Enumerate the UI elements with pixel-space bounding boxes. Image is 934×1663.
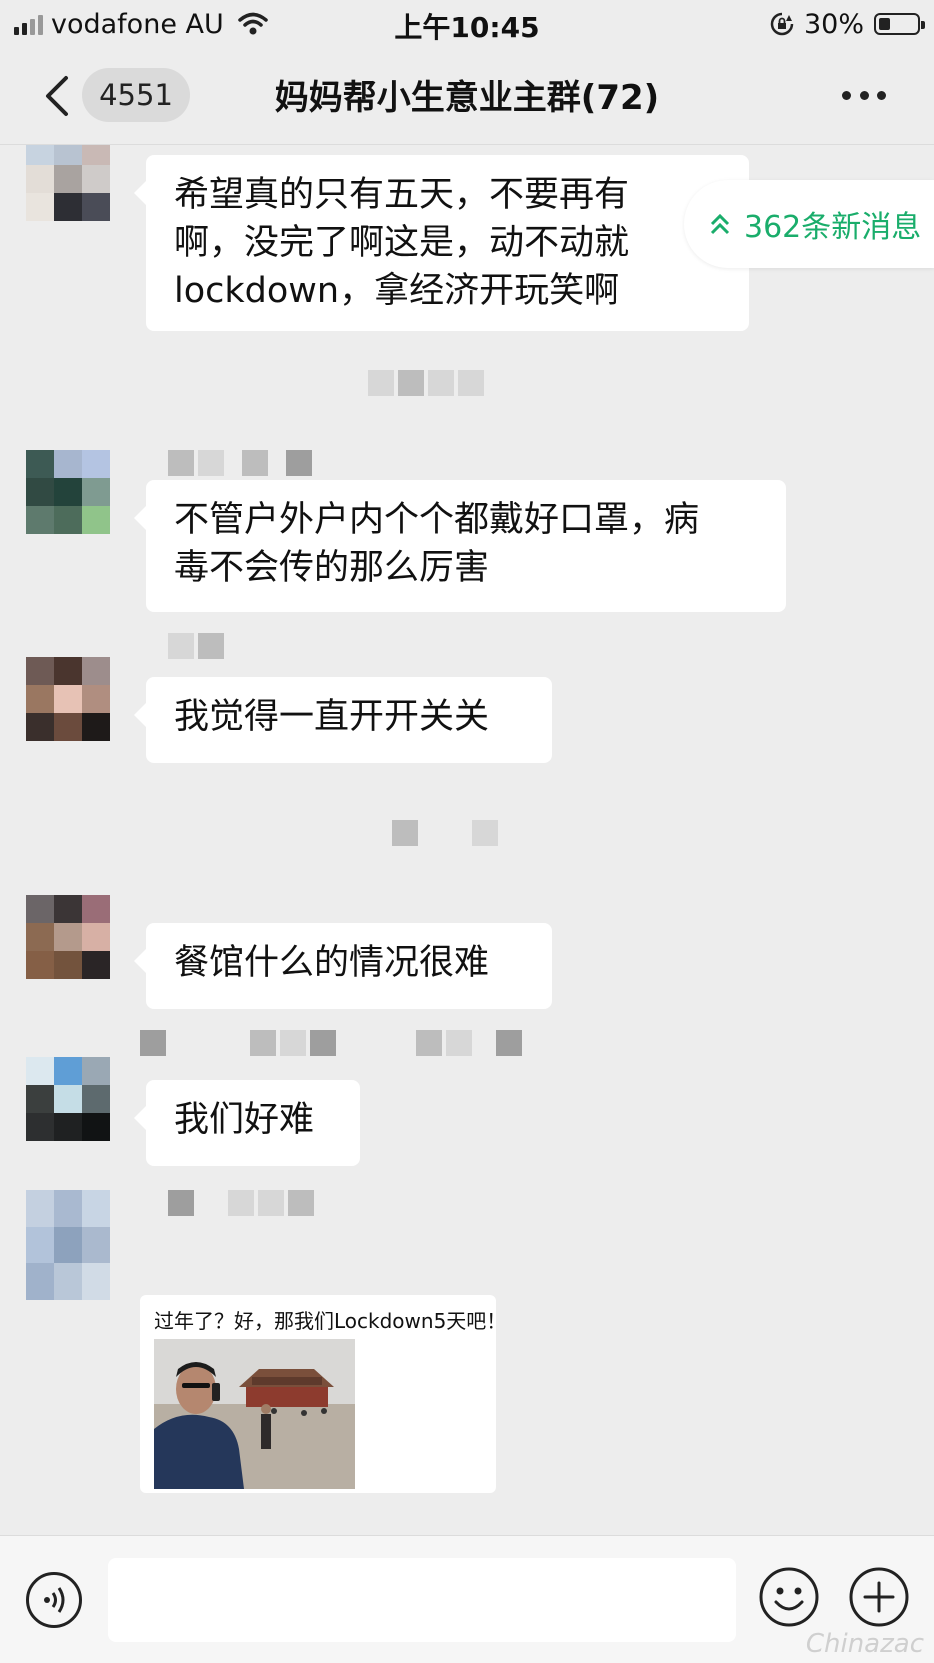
avatar[interactable] [26, 1057, 110, 1141]
sender-name [168, 450, 312, 476]
avatar[interactable] [26, 1190, 110, 1300]
image-message[interactable]: 过年了？好，那我们Lockdown5天吧！ [140, 1295, 506, 1493]
more-icon[interactable] [842, 88, 886, 102]
message-bubble[interactable]: 我觉得一直开开关关 [134, 677, 552, 763]
status-bar: vodafone AU 上午10:45 30% [0, 0, 934, 48]
plus-icon[interactable] [848, 1566, 910, 1628]
chat-title: 妈妈帮小生意业主群(72) [274, 78, 660, 118]
battery-percent: 30% [803, 8, 864, 40]
voice-icon[interactable] [26, 1572, 82, 1628]
back-icon[interactable] [40, 74, 76, 118]
watermark: Chinazac [805, 1629, 924, 1659]
double-chevron-up-icon [710, 213, 730, 235]
emoji-icon[interactable] [758, 1566, 820, 1628]
message-bubble[interactable]: 希望真的只有五天，不要再有 啊，没完了啊这是，动不动就 lockdown，拿经济… [134, 155, 749, 331]
rotation-lock-icon [770, 12, 794, 36]
new-messages-label: 362条新消息 [744, 210, 922, 245]
sender-name [168, 633, 224, 659]
blurred-timestamp [368, 370, 484, 396]
message-bubble[interactable]: 餐馆什么的情况很难 [134, 923, 552, 1009]
sender-name [140, 1030, 522, 1056]
input-bar: Chinazac [0, 1535, 934, 1663]
blurred-timestamp [392, 820, 498, 846]
unread-count-badge[interactable]: 4551 [82, 68, 190, 122]
image-caption: 过年了？好，那我们Lockdown5天吧！ [154, 1309, 507, 1333]
avatar[interactable] [26, 895, 110, 979]
battery-icon [874, 13, 925, 35]
battery-level [879, 18, 890, 30]
message-list[interactable]: 希望真的只有五天，不要再有 啊，没完了啊这是，动不动就 lockdown，拿经济… [0, 145, 934, 1535]
chat-header: 4551 妈妈帮小生意业主群(72) [0, 48, 934, 145]
message-bubble[interactable]: 我们好难 [134, 1080, 360, 1166]
avatar[interactable] [26, 450, 110, 534]
message-bubble[interactable]: 不管户外户内个个都戴好口罩，病 毒不会传的那么厉害 [134, 480, 786, 612]
photo-illustration [154, 1339, 355, 1489]
avatar[interactable] [26, 657, 110, 741]
avatar[interactable] [26, 145, 110, 221]
sender-name [168, 1190, 314, 1216]
new-messages-button[interactable]: 362条新消息 [684, 180, 934, 268]
status-right: 30% [770, 8, 925, 40]
message-input[interactable] [108, 1558, 736, 1642]
photo-thumbnail[interactable] [154, 1339, 355, 1489]
